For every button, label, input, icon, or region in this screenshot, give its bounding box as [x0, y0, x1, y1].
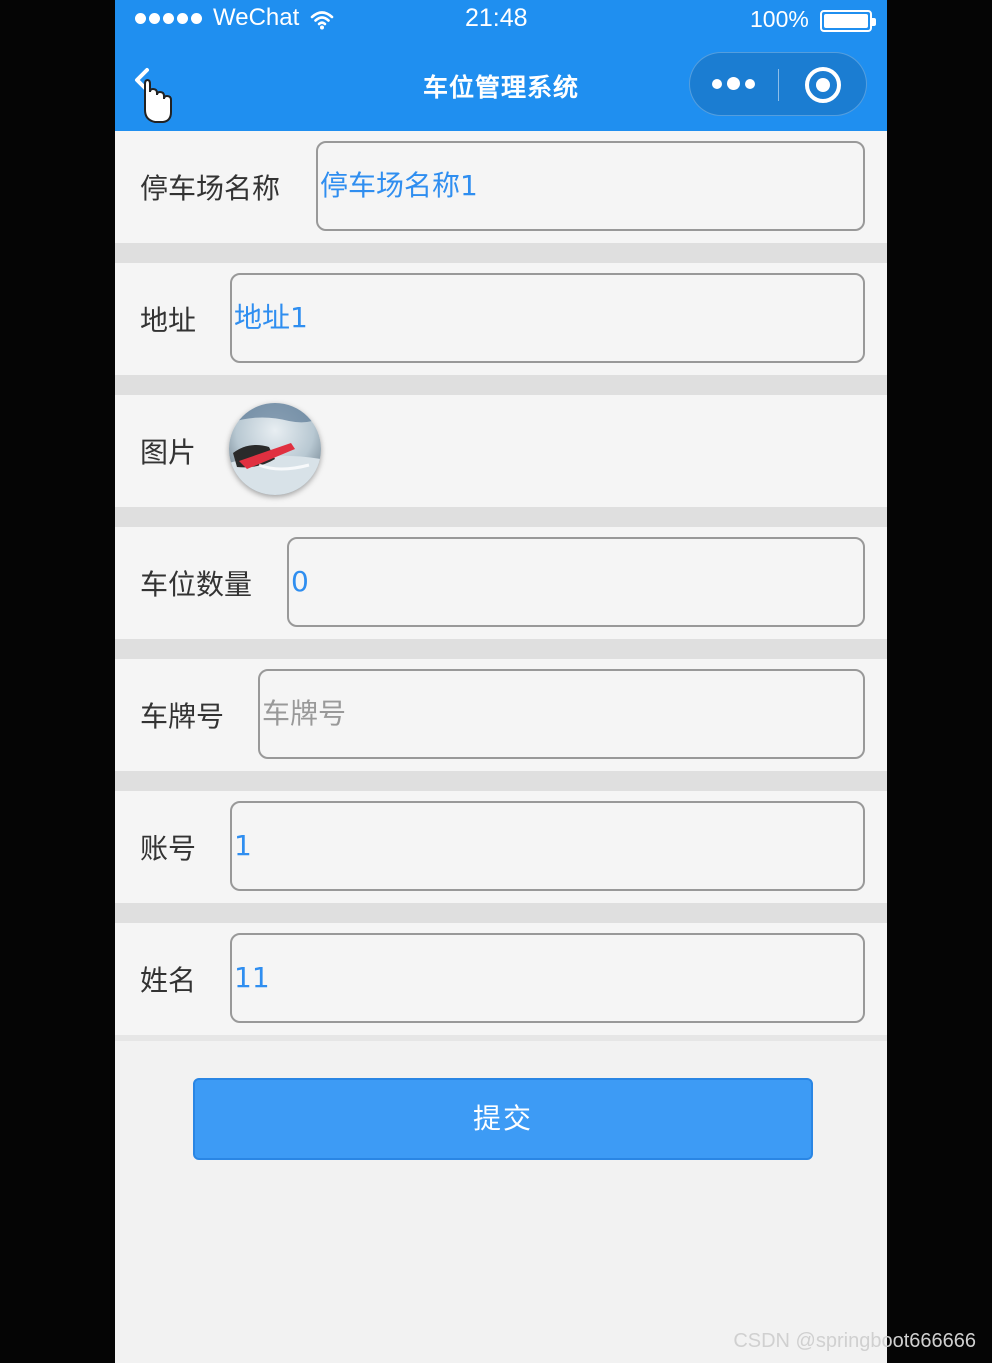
address-input[interactable]: 地址1	[230, 273, 865, 363]
carrier-label: WeChat	[213, 4, 300, 31]
address-label: 地址	[140, 304, 197, 337]
name-label: 姓名	[140, 964, 197, 997]
more-icon[interactable]	[712, 77, 755, 90]
image-label: 图片	[140, 436, 197, 469]
plate-input[interactable]: 车牌号	[258, 669, 865, 759]
divider	[115, 903, 887, 923]
space-count-label: 车位数量	[140, 568, 253, 601]
form-row-address: 地址 地址1	[115, 263, 887, 375]
battery-icon	[820, 10, 876, 32]
capsule-divider	[778, 69, 779, 101]
form-row-image: 图片	[115, 395, 887, 507]
left-backdrop	[0, 0, 115, 1363]
form-row-name: 姓名 11	[115, 923, 887, 1035]
divider	[115, 639, 887, 659]
divider	[115, 243, 887, 263]
divider	[115, 1035, 887, 1041]
space-count-input[interactable]: 0	[287, 537, 865, 627]
form-row-plate: 车牌号 车牌号	[115, 659, 887, 771]
lot-image-thumbnail[interactable]	[229, 403, 321, 495]
clock: 21:48	[465, 4, 528, 32]
divider	[115, 771, 887, 791]
divider	[115, 507, 887, 527]
name-input[interactable]: 11	[230, 933, 865, 1023]
divider	[115, 375, 887, 395]
close-icon[interactable]	[805, 67, 841, 103]
phone-screen: WeChat 21:48 100% 车位管理系统 停车场名称 停车场名称1 地址…	[115, 0, 887, 1363]
menu-capsule	[689, 52, 867, 116]
submit-button[interactable]: 提交	[193, 1078, 813, 1160]
signal-icon	[135, 13, 202, 24]
plate-label: 车牌号	[140, 700, 225, 733]
form-row-lot-name: 停车场名称 停车场名称1	[115, 131, 887, 243]
wifi-icon	[310, 11, 334, 30]
status-bar: WeChat 21:48 100%	[115, 0, 887, 40]
watermark: CSDN @springboot666666	[733, 1330, 976, 1352]
form-row-account: 账号 1	[115, 791, 887, 903]
account-input[interactable]: 1	[230, 801, 865, 891]
lot-name-label: 停车场名称	[140, 172, 281, 205]
form-row-space-count: 车位数量 0	[115, 527, 887, 639]
account-label: 账号	[140, 832, 197, 865]
battery-percent: 100%	[750, 6, 809, 32]
lot-name-input[interactable]: 停车场名称1	[316, 141, 865, 231]
right-backdrop	[887, 0, 992, 1363]
nav-bar: 车位管理系统	[115, 40, 887, 131]
